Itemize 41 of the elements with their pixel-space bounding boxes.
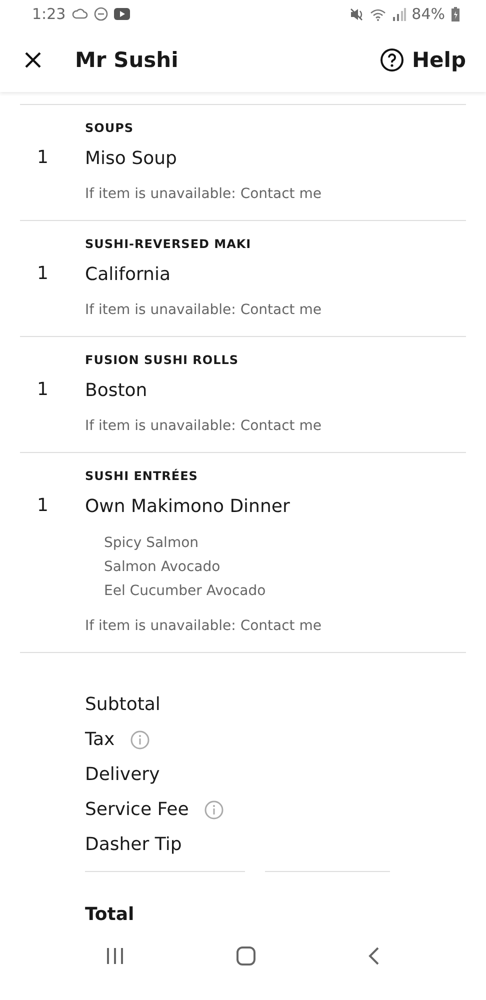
category-label: SUSHI-REVERSED MAKI: [85, 237, 252, 251]
close-icon: [24, 51, 42, 69]
store-title: Mr Sushi: [75, 48, 180, 72]
battery-icon: [451, 6, 460, 22]
item-name: Own Makimono Dinner: [85, 495, 291, 519]
fee-label: Subtotal: [85, 694, 160, 715]
mute-icon: [350, 8, 364, 20]
item-name: Miso Soup: [85, 147, 178, 171]
category-label: SUSHI ENTRÉES: [85, 469, 199, 483]
fee-label: Dasher Tip: [85, 834, 182, 855]
video-icon: [114, 8, 130, 20]
back-icon[interactable]: [368, 946, 380, 966]
cloud-icon: [72, 8, 88, 20]
do-not-disturb-icon: [94, 7, 108, 21]
item-quantity: 1: [36, 379, 50, 402]
unavailable-note: If item is unavailable: Contact me: [85, 301, 322, 320]
item-quantity: 1: [36, 147, 50, 170]
help-button[interactable]: Help: [380, 48, 466, 72]
signal-icon: [392, 8, 406, 20]
unavailable-note: If item is unavailable: Contact me: [85, 617, 322, 636]
help-icon: [380, 48, 404, 72]
category-label: SOUPS: [85, 121, 135, 135]
item-quantity: 1: [36, 495, 50, 518]
item-option: Eel Cucumber Avocado: [104, 579, 466, 603]
item-option: Spicy Salmon: [104, 531, 466, 555]
category-label: FUSION SUSHI ROLLS: [85, 353, 240, 367]
fee-label: Service Fee: [85, 799, 189, 820]
item-quantity: 1: [36, 263, 50, 286]
recent-apps-icon[interactable]: [106, 947, 124, 965]
fee-label: Tax: [85, 729, 115, 750]
item-name: California: [85, 263, 172, 287]
item-option: Salmon Avocado: [104, 555, 466, 579]
total-label: Total: [85, 904, 136, 925]
fee-label: Delivery: [85, 764, 160, 785]
battery-percent: 84%: [412, 5, 445, 23]
status-time: 1:23: [32, 5, 66, 23]
home-icon[interactable]: [236, 946, 256, 966]
item-name: Boston: [85, 379, 148, 403]
unavailable-note: If item is unavailable: Contact me: [85, 185, 322, 204]
wifi-icon: [370, 8, 386, 20]
unavailable-note: If item is unavailable: Contact me: [85, 417, 322, 436]
